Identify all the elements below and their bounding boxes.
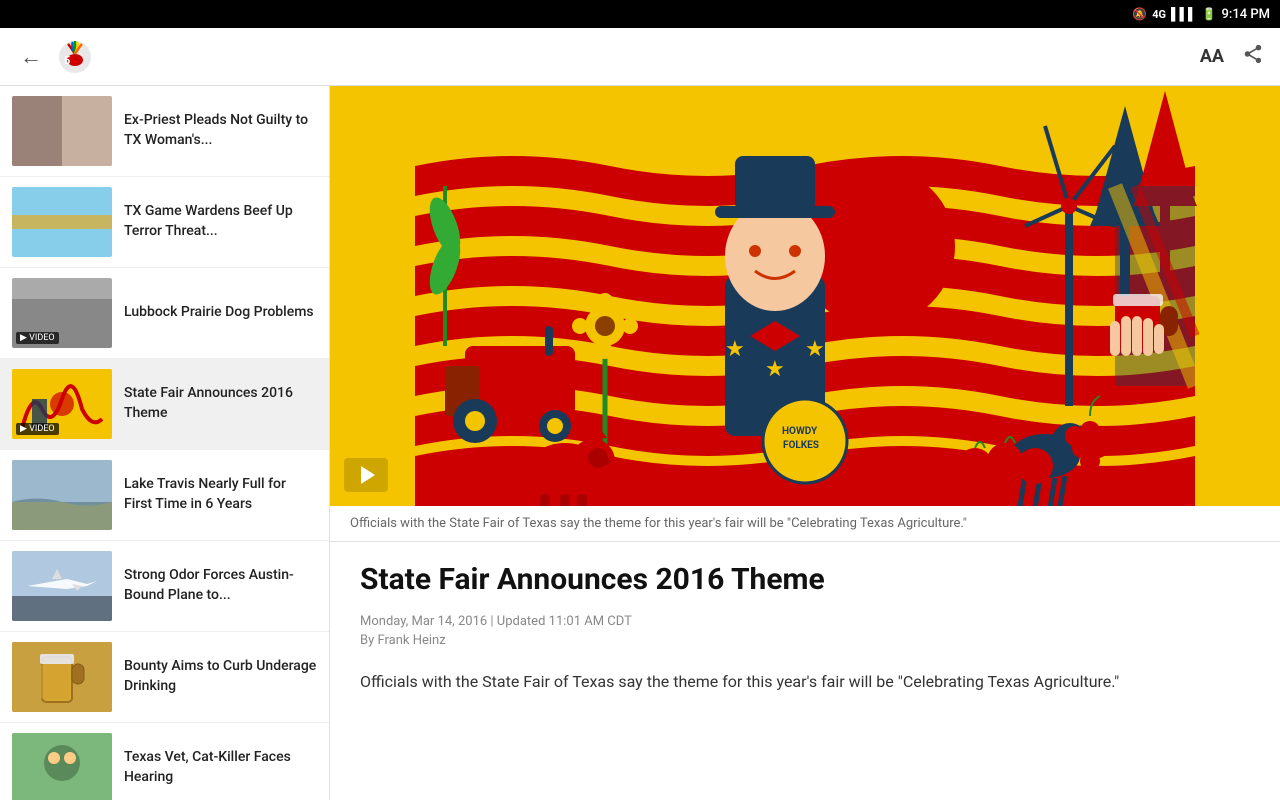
hero-image: ★ ★ ★ bbox=[330, 86, 1280, 506]
back-button[interactable]: ← bbox=[16, 40, 46, 74]
mute-icon: 🔕 bbox=[1132, 7, 1147, 21]
video-badge-state-fair: ▶ VIDEO bbox=[16, 423, 59, 435]
thumb-lubbock-prairie-dog: ▶ VIDEO bbox=[12, 278, 112, 348]
sidebar-title-strong-odor: Strong Odor Forces Austin-Bound Plane to… bbox=[124, 566, 317, 605]
svg-text:★: ★ bbox=[725, 337, 745, 362]
svg-text:★: ★ bbox=[805, 337, 825, 362]
battery-icon: 🔋 bbox=[1202, 7, 1217, 21]
thumb-lake-icon bbox=[12, 460, 112, 530]
play-button[interactable] bbox=[344, 458, 388, 492]
thumb-lake-travis bbox=[12, 460, 112, 530]
sidebar-item-lubbock-prairie-dog[interactable]: ▶ VIDEO Lubbock Prairie Dog Problems bbox=[0, 268, 329, 359]
sidebar-item-ex-priest[interactable]: Ex-Priest Pleads Not Guilty to TX Woman'… bbox=[0, 86, 329, 177]
thumb-texas-vet bbox=[12, 733, 112, 800]
font-size-button[interactable]: AA bbox=[1200, 46, 1224, 67]
thumb-vet-icon bbox=[12, 733, 112, 800]
sidebar: Ex-Priest Pleads Not Guilty to TX Woman'… bbox=[0, 86, 330, 800]
share-button[interactable] bbox=[1242, 43, 1264, 70]
video-badge-prairie-dog: ▶ VIDEO bbox=[16, 332, 59, 344]
sidebar-item-state-fair[interactable]: ▶ VIDEO State Fair Announces 2016 Theme bbox=[0, 359, 329, 450]
hero-image-wrapper: ★ ★ ★ bbox=[330, 86, 1280, 506]
article-body: State Fair Announces 2016 Theme Monday, … bbox=[330, 542, 1280, 735]
sidebar-title-lubbock-prairie-dog: Lubbock Prairie Dog Problems bbox=[124, 303, 314, 323]
sidebar-title-texas-vet: Texas Vet, Cat-Killer Faces Hearing bbox=[124, 748, 317, 787]
share-icon bbox=[1242, 43, 1264, 65]
nbc5-logo: 5 bbox=[56, 38, 94, 76]
sidebar-item-tx-game-wardens[interactable]: TX Game Wardens Beef Up Terror Threat... bbox=[0, 177, 329, 268]
sidebar-item-strong-odor[interactable]: Strong Odor Forces Austin-Bound Plane to… bbox=[0, 541, 329, 632]
sidebar-item-lake-travis[interactable]: Lake Travis Nearly Full for First Time i… bbox=[0, 450, 329, 541]
article-author: By Frank Heinz bbox=[360, 633, 1250, 648]
app-bar-left: ← 5 bbox=[16, 38, 94, 76]
sidebar-item-bounty[interactable]: Bounty Aims to Curb Underage Drinking bbox=[0, 632, 329, 723]
svg-text:HOWDY: HOWDY bbox=[782, 426, 818, 437]
svg-text:★: ★ bbox=[765, 357, 785, 382]
thumb-ex-priest bbox=[12, 96, 112, 166]
svg-text:5: 5 bbox=[64, 54, 70, 67]
signal-text: 4G bbox=[1152, 8, 1166, 21]
article-title: State Fair Announces 2016 Theme bbox=[360, 562, 1250, 598]
sidebar-title-lake-travis: Lake Travis Nearly Full for First Time i… bbox=[124, 475, 317, 514]
article-text: Officials with the State Fair of Texas s… bbox=[360, 668, 1250, 695]
sidebar-title-ex-priest: Ex-Priest Pleads Not Guilty to TX Woman'… bbox=[124, 111, 317, 150]
thumb-strong-odor bbox=[12, 551, 112, 621]
status-bar: 🔕 4G ▌▌▌ 🔋 9:14 PM bbox=[0, 0, 1280, 28]
thumb-state-fair: ▶ VIDEO bbox=[12, 369, 112, 439]
main-content: Ex-Priest Pleads Not Guilty to TX Woman'… bbox=[0, 86, 1280, 800]
thumb-plane-icon bbox=[12, 551, 112, 621]
caption-text: Officials with the State Fair of Texas s… bbox=[350, 516, 967, 531]
play-triangle-icon bbox=[361, 466, 375, 484]
signal-bars: ▌▌▌ bbox=[1171, 7, 1197, 21]
thumb-beer-icon bbox=[12, 642, 112, 712]
svg-text:FOLKES: FOLKES bbox=[783, 440, 819, 451]
nbc-logo-icon: 5 bbox=[56, 38, 94, 76]
app-bar: ← 5 AA bbox=[0, 28, 1280, 86]
hero-illustration: ★ ★ ★ bbox=[330, 86, 1280, 506]
sidebar-title-bounty: Bounty Aims to Curb Underage Drinking bbox=[124, 657, 317, 696]
sidebar-title-tx-game-wardens: TX Game Wardens Beef Up Terror Threat... bbox=[124, 202, 317, 241]
article-caption: Officials with the State Fair of Texas s… bbox=[330, 506, 1280, 542]
article-date: Monday, Mar 14, 2016 | Updated 11:01 AM … bbox=[360, 614, 1250, 629]
thumb-tx-game-wardens bbox=[12, 187, 112, 257]
article-area: ★ ★ ★ bbox=[330, 86, 1280, 800]
thumb-bounty bbox=[12, 642, 112, 712]
status-icons: 🔕 4G ▌▌▌ 🔋 9:14 PM bbox=[1132, 7, 1270, 22]
app-bar-right: AA bbox=[1200, 43, 1264, 70]
time-display: 9:14 PM bbox=[1222, 7, 1271, 22]
sidebar-item-texas-vet[interactable]: Texas Vet, Cat-Killer Faces Hearing bbox=[0, 723, 329, 800]
sidebar-title-state-fair: State Fair Announces 2016 Theme bbox=[124, 384, 317, 423]
